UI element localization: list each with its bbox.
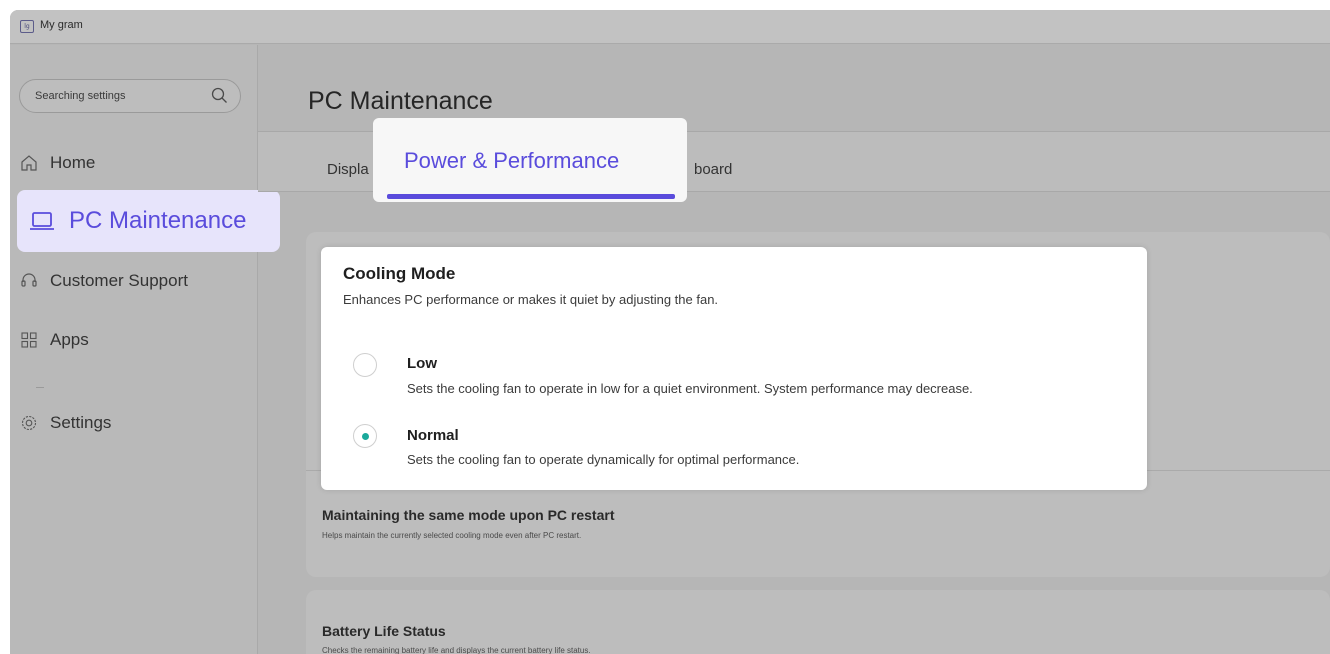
search-icon[interactable]	[210, 86, 230, 106]
battery-status-title: Battery Life Status	[322, 623, 446, 639]
tab-keyboard[interactable]: board	[694, 161, 732, 178]
option-low-label: Low	[407, 355, 437, 372]
sidebar: Home PC Maintenance Customer Support App…	[10, 45, 280, 654]
maintain-mode-description: Helps maintain the currently selected co…	[322, 531, 582, 540]
sidebar-item-apps[interactable]: Apps	[20, 318, 89, 362]
sidebar-item-label: Settings	[50, 413, 112, 432]
cooling-mode-dialog: Cooling Mode Enhances PC performance or …	[321, 247, 1147, 490]
home-icon	[20, 154, 38, 172]
sidebar-item-home[interactable]: Home	[20, 141, 95, 185]
dialog-title: Cooling Mode	[343, 264, 456, 283]
sidebar-item-label: Home	[50, 153, 96, 172]
app-title: My gram	[40, 19, 83, 31]
sidebar-divider	[36, 387, 44, 388]
search-box	[19, 79, 241, 113]
title-bar: lg My gram	[10, 10, 1330, 44]
sidebar-item-label: Apps	[50, 330, 89, 349]
sidebar-item-customer-support[interactable]: Customer Support	[20, 259, 188, 303]
dialog-description: Enhances PC performance or makes it quie…	[343, 292, 719, 307]
battery-status-description: Checks the remaining battery life and di…	[322, 646, 591, 654]
active-tab-indicator	[387, 194, 675, 199]
lg-logo-icon: lg	[20, 20, 34, 33]
sidebar-item-settings[interactable]: Settings	[20, 401, 111, 445]
search-input[interactable]	[20, 80, 200, 112]
page-title: PC Maintenance	[308, 87, 493, 115]
radio-normal[interactable]	[353, 424, 377, 448]
sidebar-item-pc-maintenance[interactable]: PC Maintenance	[17, 190, 280, 252]
sidebar-item-label: Customer Support	[50, 271, 188, 290]
tab-label: Power & Performance	[404, 148, 620, 173]
option-low-description: Sets the cooling fan to operate in low f…	[407, 381, 973, 396]
battery-section-card	[306, 590, 1330, 654]
option-normal-label: Normal	[407, 427, 459, 444]
radio-selected-dot	[362, 433, 369, 440]
gear-icon	[20, 414, 38, 432]
sidebar-item-label: PC Maintenance	[69, 207, 247, 234]
headset-icon	[20, 272, 38, 290]
tab-display[interactable]: Displa	[327, 161, 369, 178]
laptop-icon	[29, 208, 55, 234]
maintain-mode-title: Maintaining the same mode upon PC restar…	[322, 507, 615, 523]
tab-power-performance[interactable]: Power & Performance	[373, 118, 687, 202]
radio-low[interactable]	[353, 353, 377, 377]
grid-icon	[20, 331, 38, 349]
option-normal-description: Sets the cooling fan to operate dynamica…	[407, 452, 800, 467]
